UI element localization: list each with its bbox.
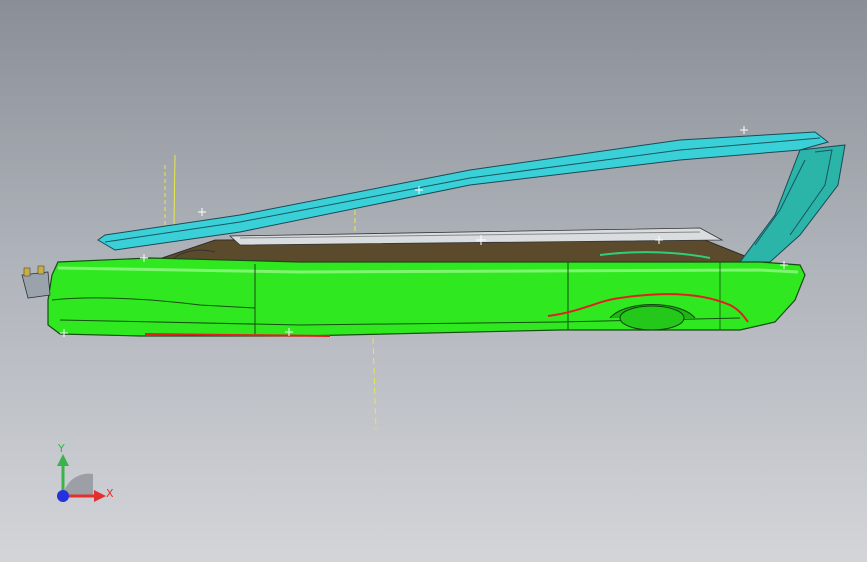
x-axis-label: X [106, 487, 114, 500]
x-arrow [94, 490, 106, 502]
graphics-viewport[interactable]: Y X [0, 0, 867, 562]
z-axis-dot [57, 490, 69, 502]
y-arrow [57, 454, 69, 466]
y-axis-label: Y [57, 442, 65, 455]
coordinate-triad[interactable]: Y X [40, 436, 120, 516]
side-body [21, 257, 806, 337]
side-panel-model[interactable] [0, 0, 867, 562]
